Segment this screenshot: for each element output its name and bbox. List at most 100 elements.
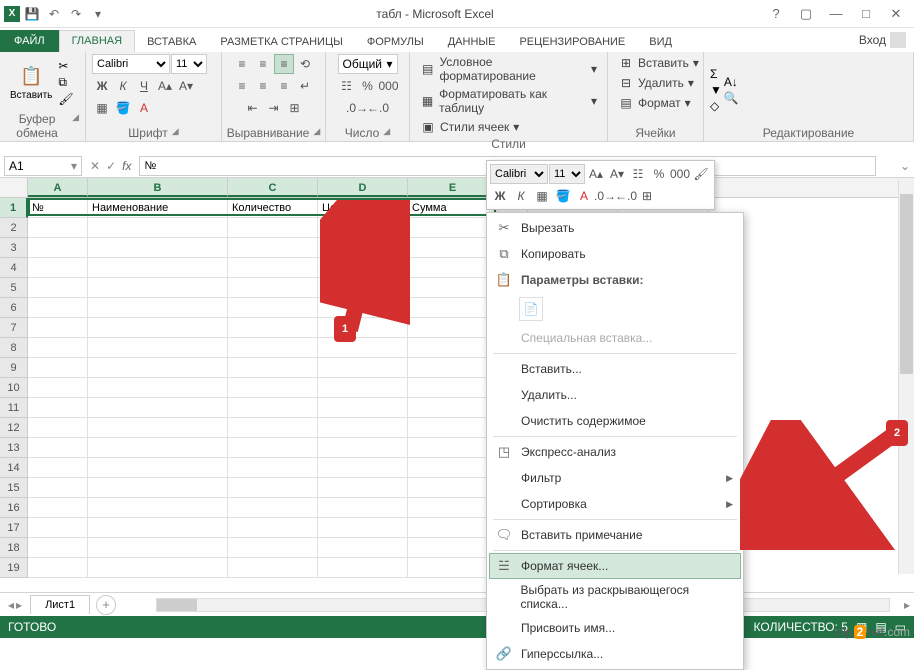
cell[interactable] <box>28 438 88 458</box>
dialog-launcher-icon[interactable]: ◢ <box>383 126 390 140</box>
cell[interactable] <box>408 418 498 438</box>
redo-button[interactable]: ↷ <box>66 4 86 24</box>
number-format-select[interactable]: Общий▾ <box>338 54 398 74</box>
cm-copy[interactable]: ⧉Копировать <box>489 241 741 267</box>
comma-button[interactable]: 000 <box>379 76 399 96</box>
cell[interactable] <box>28 258 88 278</box>
cell[interactable] <box>228 318 318 338</box>
cell[interactable] <box>28 518 88 538</box>
cell[interactable] <box>228 298 318 318</box>
row-header[interactable]: 4 <box>0 258 28 278</box>
fx-icon[interactable]: fx <box>122 159 131 173</box>
cell[interactable] <box>318 358 408 378</box>
cm-dropdown-list[interactable]: Выбрать из раскрывающегося списка... <box>489 579 741 615</box>
cell[interactable] <box>28 418 88 438</box>
cell[interactable] <box>228 338 318 358</box>
cell[interactable] <box>88 438 228 458</box>
cell[interactable] <box>408 378 498 398</box>
cell[interactable] <box>228 458 318 478</box>
cell[interactable] <box>88 458 228 478</box>
cancel-formula-icon[interactable]: ✕ <box>90 159 100 173</box>
row-header[interactable]: 12 <box>0 418 28 438</box>
cell[interactable] <box>88 238 228 258</box>
cell[interactable] <box>408 338 498 358</box>
cell[interactable] <box>318 238 408 258</box>
vertical-scrollbar[interactable] <box>898 180 914 574</box>
cell[interactable] <box>228 398 318 418</box>
cell[interactable] <box>318 318 408 338</box>
cell[interactable] <box>228 478 318 498</box>
font-color-button[interactable]: A <box>134 98 154 118</box>
cell[interactable] <box>408 318 498 338</box>
align-middle-button[interactable]: ≡ <box>253 54 273 74</box>
cell[interactable] <box>318 398 408 418</box>
italic-button[interactable]: К <box>113 76 133 96</box>
add-sheet-button[interactable]: + <box>96 595 116 615</box>
cell[interactable] <box>228 278 318 298</box>
row-header[interactable]: 2 <box>0 218 28 238</box>
cell[interactable] <box>88 318 228 338</box>
name-box[interactable]: A1▾ <box>4 156 82 176</box>
column-header[interactable]: B <box>88 178 228 197</box>
cell[interactable] <box>28 338 88 358</box>
tab-view[interactable]: ВИД <box>637 32 684 52</box>
autosum-button[interactable]: Σ <box>710 67 722 81</box>
cell[interactable]: Цена <box>318 198 408 218</box>
cell[interactable] <box>28 498 88 518</box>
ribbon-display-button[interactable]: ▢ <box>792 4 820 24</box>
paste-option-icon[interactable]: 📄 <box>519 297 543 321</box>
insert-cells-button[interactable]: ⊞Вставить▾ <box>614 54 703 72</box>
align-bottom-button[interactable]: ≡ <box>274 54 294 74</box>
cell[interactable] <box>28 378 88 398</box>
close-button[interactable]: ✕ <box>882 4 910 24</box>
bold-button[interactable]: Ж <box>92 76 112 96</box>
row-header[interactable]: 8 <box>0 338 28 358</box>
tab-page-layout[interactable]: РАЗМЕТКА СТРАНИЦЫ <box>208 32 354 52</box>
tab-home[interactable]: ГЛАВНАЯ <box>59 30 135 52</box>
cell[interactable] <box>88 398 228 418</box>
format-as-table-button[interactable]: ▦Форматировать как таблицу▾ <box>416 86 601 116</box>
fill-color-button[interactable]: 🪣 <box>113 98 133 118</box>
tab-file[interactable]: ФАЙЛ <box>0 30 59 52</box>
cell[interactable] <box>28 558 88 578</box>
help-button[interactable]: ? <box>762 4 790 24</box>
qat-customize-icon[interactable]: ▾ <box>88 4 108 24</box>
cell[interactable] <box>408 538 498 558</box>
column-header[interactable]: A <box>28 178 88 197</box>
cell[interactable] <box>408 438 498 458</box>
mini-font-color-icon[interactable]: A <box>574 186 594 206</box>
cell[interactable] <box>318 518 408 538</box>
increase-indent-button[interactable]: ⇥ <box>264 98 284 118</box>
cell[interactable] <box>228 358 318 378</box>
scroll-right-icon[interactable]: ▸ <box>900 598 914 612</box>
mini-comma-icon[interactable]: 000 <box>670 164 690 184</box>
row-header[interactable]: 13 <box>0 438 28 458</box>
mini-inc-decimal-icon[interactable]: .0→ <box>595 186 615 206</box>
cell[interactable] <box>318 438 408 458</box>
row-header[interactable]: 16 <box>0 498 28 518</box>
mini-italic-icon[interactable]: К <box>511 186 531 206</box>
cm-quick-analysis[interactable]: ◳Экспресс-анализ <box>489 439 741 465</box>
cm-filter[interactable]: Фильтр▶ <box>489 465 741 491</box>
decrease-font-button[interactable]: A▾ <box>176 76 196 96</box>
cell[interactable]: Сумма <box>408 198 498 218</box>
cell[interactable]: Количество <box>228 198 318 218</box>
align-top-button[interactable]: ≡ <box>232 54 252 74</box>
row-header[interactable]: 11 <box>0 398 28 418</box>
decrease-decimal-button[interactable]: ←.0 <box>368 98 388 118</box>
cell[interactable] <box>318 418 408 438</box>
percent-button[interactable]: % <box>358 76 378 96</box>
mini-currency-icon[interactable]: ☷ <box>628 164 648 184</box>
tab-data[interactable]: ДАННЫЕ <box>436 32 508 52</box>
cell[interactable] <box>408 518 498 538</box>
mini-percent-icon[interactable]: % <box>649 164 669 184</box>
fill-button[interactable]: ▼ <box>710 83 722 97</box>
cell[interactable] <box>318 498 408 518</box>
worksheet-grid[interactable]: ABCDEFJK 1№НаименованиеКоличествоЦенаСум… <box>0 178 914 592</box>
tab-formulas[interactable]: ФОРМУЛЫ <box>355 32 436 52</box>
cm-insert[interactable]: Вставить... <box>489 356 741 382</box>
cm-format-cells[interactable]: ☱Формат ячеек... <box>489 553 741 579</box>
cell[interactable] <box>28 238 88 258</box>
maximize-button[interactable]: □ <box>852 4 880 24</box>
cell[interactable] <box>28 278 88 298</box>
